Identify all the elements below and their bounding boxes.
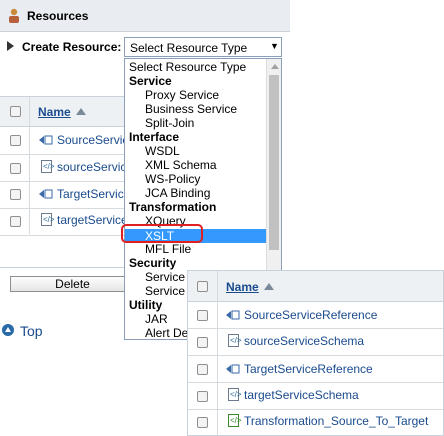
highlight-callout <box>121 224 203 243</box>
sort-ascending-icon[interactable] <box>76 108 86 115</box>
table-row: </> sourceServiceSchema <box>188 329 443 356</box>
dropdown-option-service-account[interactable]: Service <box>145 285 185 298</box>
schema-file-icon: </> <box>41 160 55 173</box>
schema-file-icon: </> <box>228 388 242 401</box>
table-row: </> sourceService <box>0 155 133 182</box>
row-checkbox[interactable] <box>10 163 21 174</box>
row-checkbox[interactable] <box>10 135 21 146</box>
row-name-link[interactable]: targetService <box>57 213 128 227</box>
dropdown-option-jca-binding[interactable]: JCA Binding <box>145 187 210 200</box>
row-name-link[interactable]: sourceServiceSchema <box>244 334 364 348</box>
table-row: SourceService <box>0 127 135 155</box>
row-name-link[interactable]: sourceService <box>57 160 133 174</box>
row-checkbox[interactable] <box>197 417 208 428</box>
dropdown-group-utility: Utility <box>129 298 163 312</box>
row-name-link[interactable]: TargetServiceReference <box>244 362 373 376</box>
service-reference-icon <box>38 134 54 146</box>
dropdown-option-business-service[interactable]: Business Service <box>145 103 237 116</box>
create-resource-label: Create Resource: <box>22 40 122 54</box>
scroll-up-arrow-icon[interactable] <box>271 64 279 69</box>
table-row: </> targetServiceSchema <box>188 383 443 410</box>
top-link-label: Top <box>20 323 43 339</box>
dropdown-group-service: Service <box>129 74 172 88</box>
panel-sort-ascending-icon[interactable] <box>264 283 274 290</box>
dropdown-option-split-join[interactable]: Split-Join <box>145 117 194 130</box>
service-reference-icon <box>225 363 241 375</box>
dropdown-option-ws-policy[interactable]: WS-Policy <box>145 173 200 186</box>
table-row: TargetServiceReference <box>188 356 443 383</box>
select-all-checkbox[interactable] <box>10 106 21 117</box>
dropdown-option-jar[interactable]: JAR <box>145 313 168 326</box>
schema-file-icon: </> <box>41 213 55 226</box>
panel-select-all-checkbox[interactable] <box>197 281 208 292</box>
delete-button[interactable]: Delete <box>10 276 135 292</box>
resource-type-select-value: Select Resource Type <box>130 41 248 55</box>
up-arrow-glyph <box>5 327 11 332</box>
table-row: TargetService <box>0 182 130 209</box>
row-checkbox[interactable] <box>197 310 208 321</box>
dropdown-group-transformation: Transformation <box>129 200 217 214</box>
scrollbar-thumb[interactable] <box>269 75 279 250</box>
create-resource-toggle-icon[interactable] <box>7 41 14 51</box>
dropdown-option-service-key[interactable]: Service <box>145 271 185 284</box>
dropdown-option-wsdl[interactable]: WSDL <box>145 145 180 158</box>
transformation-file-icon: </> <box>228 414 242 427</box>
resource-type-select[interactable]: Select Resource Type ▼ <box>124 37 282 57</box>
row-name-link[interactable]: SourceServiceReference <box>244 308 377 322</box>
row-name-link[interactable]: targetServiceSchema <box>244 388 359 402</box>
dropdown-group-security: Security <box>129 256 177 270</box>
row-checkbox[interactable] <box>197 391 208 402</box>
service-reference-icon <box>225 309 241 321</box>
dropdown-option-mfl-file[interactable]: MFL File <box>145 243 191 256</box>
table-row: </> Transformation_Source_To_Target <box>188 410 443 435</box>
dropdown-option-proxy-service[interactable]: Proxy Service <box>145 89 219 102</box>
delete-button-label: Delete <box>55 277 90 291</box>
chevron-down-icon: ▼ <box>270 41 279 51</box>
service-reference-icon <box>38 188 54 200</box>
dropdown-group-interface: Interface <box>129 130 180 144</box>
row-checkbox[interactable] <box>10 216 21 227</box>
row-name-link[interactable]: TargetService <box>57 187 130 201</box>
row-name-link[interactable]: Transformation_Source_To_Target <box>244 414 428 428</box>
dropdown-option-xml-schema[interactable]: XML Schema <box>145 159 217 172</box>
panel-name-column-header[interactable]: Name <box>226 280 259 294</box>
row-checkbox[interactable] <box>10 189 21 200</box>
resources-title: Resources <box>27 9 89 23</box>
row-checkbox[interactable] <box>197 337 208 348</box>
table-row: SourceServiceReference <box>188 302 443 329</box>
result-panel: Name SourceServiceReference </> sourceSe… <box>187 270 444 436</box>
dropdown-option-alert-destination[interactable]: Alert De <box>145 327 188 340</box>
name-column-header[interactable]: Name <box>38 105 71 119</box>
dropdown-option-select-type[interactable]: Select Resource Type <box>129 61 246 74</box>
name-column-header-label: Name <box>38 105 71 119</box>
schema-file-icon: </> <box>228 334 242 347</box>
resources-icon <box>7 8 21 24</box>
row-checkbox[interactable] <box>197 364 208 375</box>
toolbar-divider <box>0 267 124 268</box>
table-row: </> targetService <box>0 209 128 236</box>
